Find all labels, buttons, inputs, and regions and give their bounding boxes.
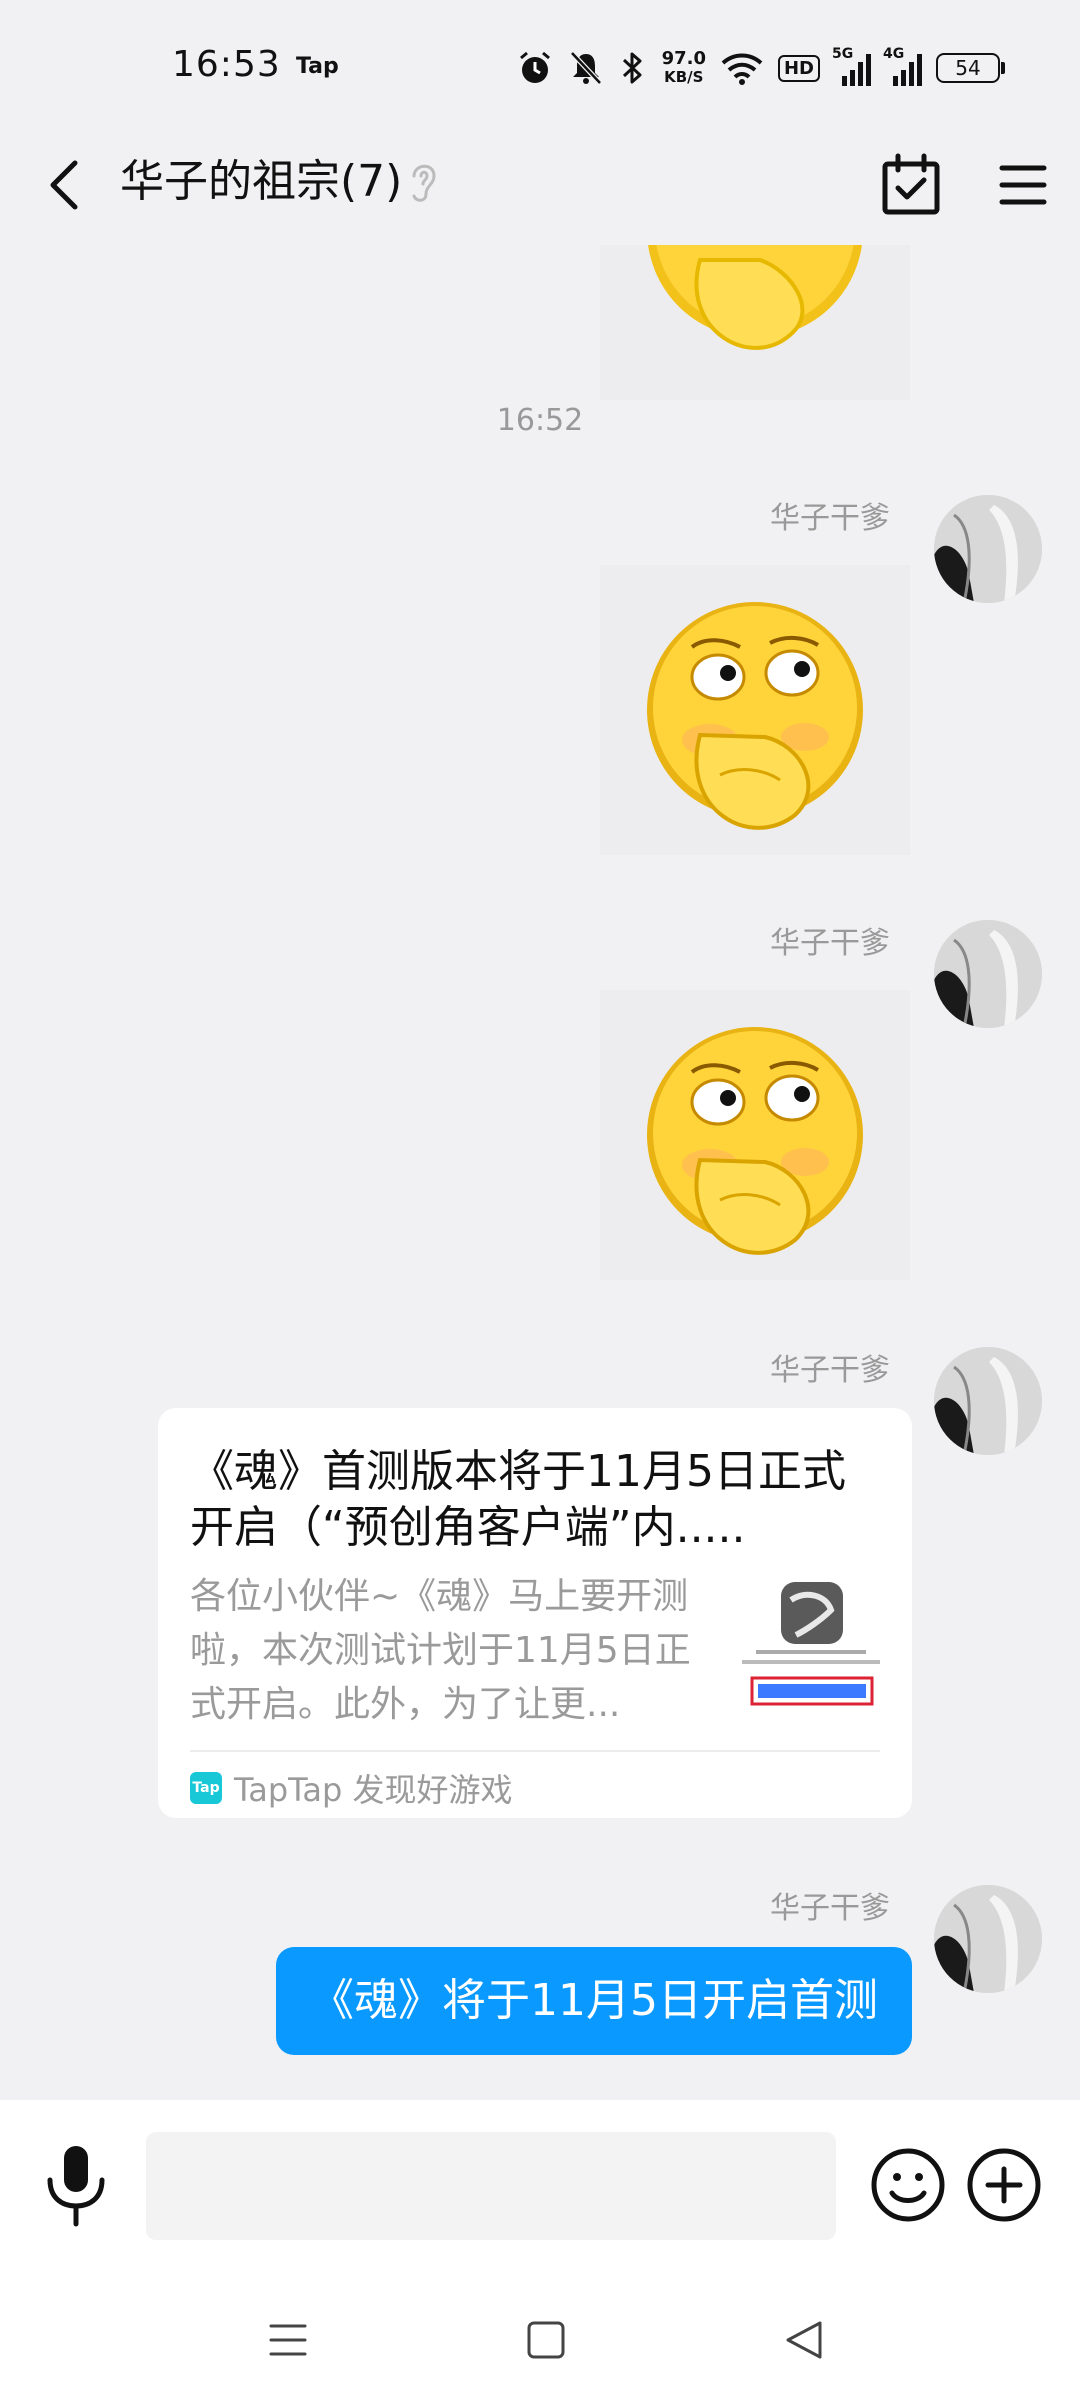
microphone-icon [47,2146,105,2227]
plus-icon [967,2148,1041,2222]
link-card-description: 各位小伙伴~《魂》马上要开测啦，本次测试计划于11月5日正式开启。此外，为了让更… [190,1576,691,1725]
signal-4g-icon: 4G [883,46,922,86]
link-card-title: 《魂》首测版本将于11月5日正式开启（“预创角客户端”内..... [190,1446,846,1553]
signal-5g-label: 5G [832,46,854,62]
link-card-divider [190,1750,880,1752]
sticker-shy-emoji[interactable] [600,565,910,855]
hd-icon: HD [777,54,820,82]
status-bar: 16:53 Tap 97.0 KB/S HD 5G 4G 54 [0,0,1080,130]
message-input[interactable] [146,2132,836,2240]
emoji-icon [871,2148,945,2222]
home-icon [527,2321,565,2359]
microphone-button[interactable] [40,2140,112,2230]
tap-notification-icon: Tap [296,54,339,79]
signal-4g-label: 4G [883,46,905,62]
input-bar [0,2100,1080,2270]
calendar-check-icon [882,153,940,215]
emoji-button[interactable] [868,2145,948,2225]
bluetooth-icon [622,52,642,84]
menu-icon [999,165,1047,205]
back-button[interactable] [34,150,94,220]
sender-name: 华子干爹 [770,1353,890,1388]
wifi-icon [721,53,763,85]
link-card[interactable]: 《魂》首测版本将于11月5日正式开启（“预创角客户端”内..... 各位小伙伴~… [158,1408,912,1818]
chat-header: 华子的祖宗(7) [0,130,1080,245]
back-nav-button[interactable] [774,2310,834,2370]
network-speed-value: 97.0 [661,48,706,69]
taptap-logo-icon: Tap [190,1772,222,1804]
avatar[interactable] [934,495,1042,603]
network-speed: 97.0 KB/S [662,49,706,87]
network-speed-unit: KB/S [664,68,704,86]
avatar[interactable] [934,920,1042,1028]
menu-button[interactable] [996,152,1050,218]
recent-apps-button[interactable] [258,2310,318,2370]
sender-name: 华子干爹 [770,501,890,536]
plus-button[interactable] [964,2145,1044,2225]
sender-name: 华子干爹 [770,926,890,961]
link-card-thumbnail [736,1580,886,1720]
alarm-icon [519,51,550,83]
mute-icon [569,51,602,85]
battery-icon: 54 [936,53,1005,83]
status-time: 16:53 [172,44,281,85]
ear-icon[interactable] [404,156,440,206]
link-card-source: Tap TapTap 发现好游戏 [190,1760,513,1816]
message-list[interactable]: 16:52 华子干爹 华子干爹 华子干爹 《魂》首测版本将于11月5日正式开启（… [0,245,1080,2100]
avatar[interactable] [934,1885,1042,1993]
sender-name: 华子干爹 [770,1891,890,1926]
message-bubble-text[interactable]: 《魂》将于11月5日开启首测 [276,1947,912,2055]
back-icon [50,160,78,210]
back-triangle-icon [786,2321,822,2359]
sticker-shy-emoji[interactable] [600,990,910,1280]
recent-apps-icon [269,2324,307,2356]
system-nav-bar [0,2270,1080,2400]
status-icons: 97.0 KB/S HD 5G 4G 54 [516,46,1005,90]
calendar-check-button[interactable] [880,150,942,220]
message-timestamp: 16:52 [496,403,584,438]
avatar[interactable] [934,1347,1042,1455]
signal-5g-icon: 5G [832,46,871,86]
sticker-partial[interactable] [600,245,910,400]
chat-title[interactable]: 华子的祖宗(7) [120,152,402,212]
home-button[interactable] [516,2310,576,2370]
link-card-source-label: TapTap 发现好游戏 [234,1771,513,1809]
